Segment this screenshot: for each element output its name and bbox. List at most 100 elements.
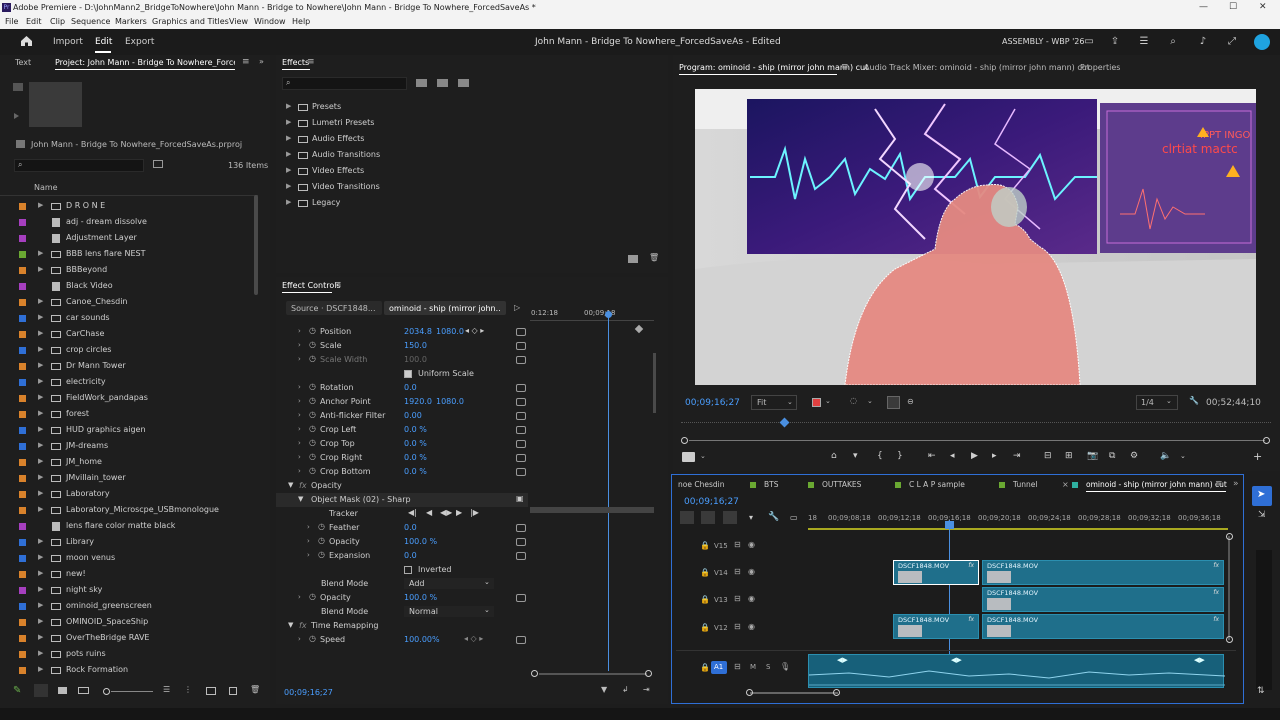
v-scroll-handle-top[interactable] — [1226, 533, 1233, 540]
reset-icon[interactable] — [516, 328, 526, 336]
menu-window[interactable]: Window — [254, 17, 286, 26]
stopwatch-icon[interactable]: ◷ — [309, 340, 316, 349]
property-value[interactable]: 0.0 — [404, 523, 417, 532]
label-color-swatch[interactable] — [19, 443, 26, 450]
property-value[interactable]: 100.0 % — [404, 593, 437, 602]
project-item[interactable]: ▶ OverTheBridge RAVE — [0, 631, 254, 646]
timeline-timecode[interactable]: 00;09;16;27 — [684, 497, 739, 507]
reset-icon[interactable] — [516, 440, 526, 448]
stopwatch-icon[interactable]: ◷ — [309, 634, 316, 643]
sync-lock-icon[interactable]: ⊟ — [734, 662, 741, 671]
project-item[interactable]: ▶ BBBeyond — [0, 263, 254, 278]
mark-out-icon[interactable]: } — [897, 451, 903, 461]
property-value[interactable]: 100.0 — [404, 355, 427, 364]
chevron-right-icon[interactable]: ▶ — [286, 102, 291, 110]
property-value[interactable]: 100.0 % — [404, 537, 437, 546]
tab-audio-mixer[interactable]: Audio Track Mixer: ominoid - ship (mirro… — [864, 63, 1090, 72]
reset-icon[interactable] — [516, 636, 526, 644]
label-color-swatch[interactable] — [19, 459, 26, 466]
trash-icon[interactable]: 🗑 — [649, 253, 659, 262]
lift-button-icon[interactable]: ⊟ — [1044, 451, 1052, 461]
chevron-down-icon[interactable]: ▼ — [298, 495, 303, 503]
label-color-swatch[interactable] — [19, 203, 26, 210]
effect-property-row[interactable]: Blend Mode Normal ⌄ — [276, 605, 528, 619]
snap-icon[interactable] — [701, 511, 715, 524]
ec-timecode[interactable]: 00;09;16;27 — [284, 688, 333, 697]
program-timecode[interactable]: 00;09;16;27 — [685, 398, 740, 408]
label-color-swatch[interactable] — [19, 571, 26, 578]
project-search-input[interactable] — [14, 159, 144, 172]
stopwatch-icon[interactable]: ◷ — [309, 396, 316, 405]
wrench-icon[interactable]: 🔧 — [1189, 396, 1199, 405]
property-value[interactable]: 0.0 % — [404, 425, 427, 434]
program-zoom-start[interactable] — [681, 437, 688, 444]
project-scrollbar[interactable] — [254, 195, 258, 295]
sequence-label[interactable]: ominoid - ship (mirror john... — [389, 304, 501, 313]
project-item[interactable]: ▶ JM_home — [0, 455, 254, 470]
reset-icon[interactable] — [516, 426, 526, 434]
marker-icon[interactable]: ▾ — [749, 513, 753, 522]
track-forward-icon[interactable]: |▶ — [470, 508, 479, 517]
project-item[interactable]: ▶ night sky — [0, 583, 254, 598]
tab-project[interactable]: Project: John Mann - Bridge To Nowhere_F… — [55, 58, 235, 67]
chevron-right-icon[interactable]: › — [298, 635, 301, 643]
tab-properties[interactable]: Properties — [1080, 63, 1120, 72]
effect-property-row[interactable]: ▼ fx Opacity — [276, 479, 528, 493]
add-button-icon[interactable]: + — [1253, 450, 1262, 463]
chevron-right-icon[interactable]: ▶ — [38, 249, 43, 257]
chevron-right-icon[interactable]: ▶ — [38, 457, 43, 465]
stopwatch-icon[interactable]: ◷ — [309, 592, 316, 601]
close-tab-icon[interactable]: × — [1062, 480, 1069, 489]
project-item[interactable]: ▶ JM-dreams — [0, 439, 254, 454]
column-name[interactable]: Name — [34, 183, 58, 192]
chevron-right-icon[interactable]: ▶ — [286, 166, 291, 174]
project-item[interactable]: lens flare color matte black — [0, 519, 254, 534]
chevron-right-icon[interactable]: ▶ — [38, 537, 43, 545]
effect-property-row[interactable]: ▼ fx Time Remapping — [276, 619, 528, 633]
chevron-right-icon[interactable]: ▶ — [38, 265, 43, 273]
project-item[interactable]: ▶ Dr Mann Tower — [0, 359, 254, 374]
stopwatch-icon[interactable]: ◷ — [309, 410, 316, 419]
filter-icon[interactable]: ▼ — [601, 685, 607, 694]
tab-program[interactable]: Program: ominoid - ship (mirror john man… — [679, 63, 868, 72]
nav-edit[interactable]: Edit — [95, 37, 112, 47]
effect-property-row[interactable]: › ◷ Expansion 0.0 — [276, 549, 528, 563]
lock-icon[interactable]: 🔒 — [700, 541, 710, 550]
chevron-right-icon[interactable]: ▶ — [38, 489, 43, 497]
play-icon[interactable] — [14, 113, 20, 119]
tab-text[interactable]: Text — [15, 58, 31, 67]
keyframe-icon[interactable] — [634, 324, 644, 334]
step-forward-icon[interactable]: ▸ — [992, 451, 997, 461]
eye-icon[interactable]: ◉ — [748, 594, 755, 603]
label-color-swatch[interactable] — [19, 635, 26, 642]
label-color-swatch[interactable] — [19, 379, 26, 386]
eye-icon[interactable]: ◉ — [748, 540, 755, 549]
effect-property-row[interactable]: Uniform Scale — [276, 367, 528, 381]
chevron-down-icon[interactable]: ⌄ — [825, 397, 831, 405]
effect-property-row[interactable]: › ◷ Crop Bottom 0.0 % — [276, 465, 528, 479]
reset-icon[interactable] — [516, 342, 526, 350]
sort-icon[interactable]: ☰ — [163, 685, 170, 694]
panel-menu-icon[interactable]: ≡ — [307, 57, 315, 67]
chevron-right-icon[interactable]: ▶ — [286, 198, 291, 206]
fullscreen-icon[interactable]: ⤢ — [1225, 35, 1239, 49]
program-zoom-end[interactable] — [1263, 437, 1270, 444]
project-item[interactable]: ▶ Rock Formation — [0, 663, 254, 676]
project-item[interactable]: ▶ Canoe_Chesdin — [0, 295, 254, 310]
project-item[interactable]: ▶ car sounds — [0, 311, 254, 326]
ec-playhead-handle[interactable] — [605, 311, 612, 318]
lock-icon[interactable]: 🔒 — [700, 568, 710, 577]
label-color-swatch[interactable] — [19, 523, 26, 530]
new-item-icon[interactable] — [229, 687, 237, 695]
minimize-button[interactable]: — — [1199, 2, 1208, 12]
new-bin-icon[interactable] — [206, 687, 216, 695]
menu-edit[interactable]: Edit — [26, 17, 42, 26]
effect-property-row[interactable]: › ◷ Crop Right 0.0 % — [276, 451, 528, 465]
chevron-down-icon[interactable]: ⌄ — [700, 452, 706, 460]
chevron-right-icon[interactable]: ▶ — [38, 569, 43, 577]
ec-zoom-start[interactable] — [531, 670, 538, 677]
subtract-icon[interactable]: ⊖ — [907, 397, 914, 406]
chevron-right-icon[interactable]: ▶ — [38, 617, 43, 625]
property-value[interactable]: 0.00 — [404, 411, 422, 420]
chevron-right-icon[interactable]: › — [298, 355, 301, 363]
